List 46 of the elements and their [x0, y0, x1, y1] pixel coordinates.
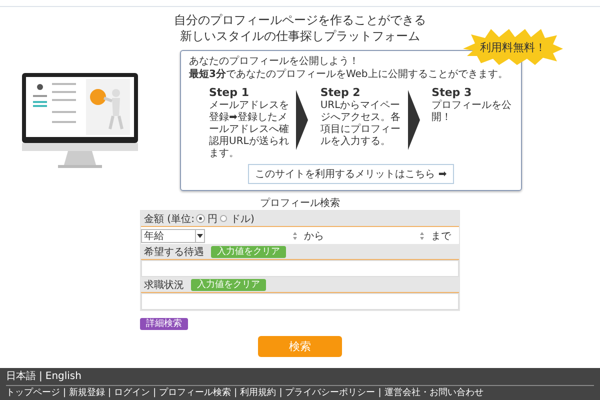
- step-title: Step 1: [209, 86, 250, 100]
- spinner-icon[interactable]: [292, 230, 298, 240]
- separator: |: [234, 387, 238, 399]
- separator: |: [39, 371, 42, 383]
- step-text: URLからマイページへアクセス。各項目にプロフィールを入力する。: [320, 100, 402, 148]
- separator: |: [378, 387, 382, 399]
- footer-link[interactable]: 新規登録: [69, 387, 106, 399]
- to-label: まで: [430, 230, 452, 242]
- language-link[interactable]: English: [45, 371, 82, 383]
- language-link[interactable]: 日本語: [6, 371, 36, 383]
- step-text: メールアドレスを登録➡登録したメールアドレスへ確認用URLが送られます。: [209, 100, 290, 160]
- separator: |: [153, 387, 156, 399]
- footer-link[interactable]: ログイン: [114, 387, 150, 399]
- caret-icon[interactable]: [195, 230, 204, 242]
- field-label: 希望する待遇: [144, 246, 204, 258]
- footer-link[interactable]: プロフィール検索: [159, 387, 232, 399]
- salary-type-select[interactable]: 年給: [141, 228, 205, 242]
- footer-link[interactable]: 運営会社・お問い合わせ: [384, 387, 484, 399]
- footer-link[interactable]: 利用規約: [240, 387, 276, 399]
- advanced-search-button[interactable]: 詳細検索: [140, 318, 188, 330]
- input-field[interactable]: [141, 260, 459, 277]
- separator: |: [279, 387, 282, 399]
- step-title: Step 3: [432, 86, 473, 100]
- separator: |: [108, 387, 112, 399]
- lead-text: 最短3分であなたのプロフィールをWeb上に公開することができます。: [189, 68, 509, 81]
- amount-label: 金額 (単位:: [144, 212, 194, 226]
- separator: |: [63, 387, 66, 399]
- headline: 自分のプロフィールページを作ることができる: [174, 12, 426, 28]
- free-badge: 利用料無料！: [463, 29, 563, 65]
- merit-link[interactable]: このサイトを利用するメリットはこちら ➡: [248, 164, 454, 184]
- footer-link[interactable]: プライバシーポリシー: [285, 387, 376, 399]
- unit-label: ドル): [230, 212, 254, 226]
- footer-link[interactable]: トップページ: [6, 387, 60, 399]
- radio-button[interactable]: [220, 215, 228, 222]
- spinner-icon[interactable]: [419, 230, 425, 240]
- headline: 新しいスタイルの仕事探しプラットフォーム: [180, 28, 420, 44]
- step-title: Step 2: [320, 86, 362, 100]
- unit-label: 円: [207, 212, 218, 226]
- input-field[interactable]: [141, 293, 459, 310]
- chevron-icon: [408, 90, 420, 150]
- step-text: プロフィールを公開！: [432, 100, 513, 124]
- field-label: 求職状況: [144, 278, 184, 292]
- intro-text: あなたのプロフィールを公開しよう！: [189, 55, 360, 68]
- chevron-icon: [296, 90, 308, 150]
- search-title: プロフィール検索: [259, 197, 341, 210]
- from-label: から: [303, 230, 325, 242]
